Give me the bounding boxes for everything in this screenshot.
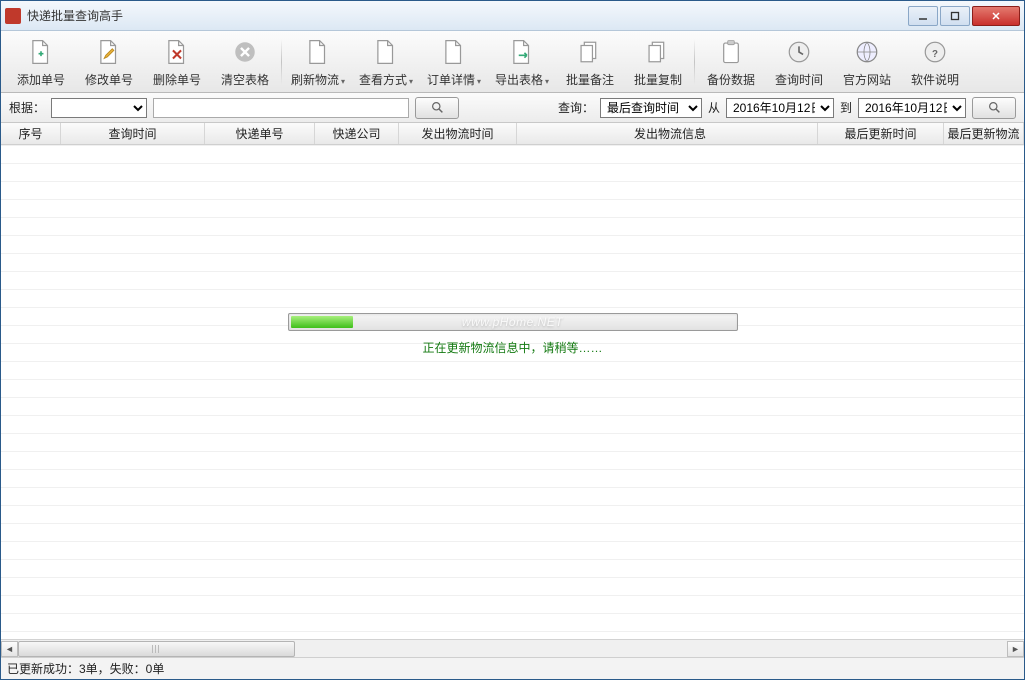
scroll-thumb[interactable] <box>18 641 295 657</box>
toolbar-delete-order[interactable]: 删除单号 <box>143 33 211 91</box>
doc-icon <box>302 36 334 68</box>
toolbar-label: 软件说明 <box>911 71 959 88</box>
progress-bar: www.pHome.NET <box>288 313 738 331</box>
toolbar-batch-note[interactable]: 批量备注 <box>556 33 624 91</box>
query-type-select[interactable]: 最后查询时间 <box>600 98 702 118</box>
toolbar-backup-data[interactable]: 备份数据 <box>697 33 765 91</box>
titlebar: 快递批量查询高手 <box>1 1 1024 31</box>
grid-lines <box>1 145 1024 639</box>
window-title: 快递批量查询高手 <box>27 7 906 24</box>
doc-out-icon <box>506 36 538 68</box>
query-label: 查询： <box>558 99 594 116</box>
progress-panel: www.pHome.NET 正在更新物流信息中，请稍等…… <box>288 313 738 356</box>
toolbar-edit-order[interactable]: 修改单号 <box>75 33 143 91</box>
scroll-left-button[interactable]: ◄ <box>1 641 18 657</box>
column-header[interactable]: 发出物流时间 <box>399 123 517 144</box>
column-header[interactable]: 快递单号 <box>205 123 315 144</box>
search-input[interactable] <box>153 98 409 118</box>
column-header[interactable]: 发出物流信息 <box>517 123 818 144</box>
toolbar-label: 清空表格 <box>221 71 269 88</box>
doc-plus-icon <box>25 36 57 68</box>
toolbar-label: 官方网站 <box>843 71 891 88</box>
docs-icon <box>642 36 674 68</box>
progress-watermark: www.pHome.NET <box>289 314 737 330</box>
clipboard-icon <box>715 36 747 68</box>
toolbar-separator <box>281 39 282 85</box>
status-bar: 已更新成功：3单，失败：0单 <box>1 657 1024 679</box>
toolbar-label: 批量复制 <box>634 71 682 88</box>
progress-message: 正在更新物流信息中，请稍等…… <box>288 339 738 356</box>
toolbar-batch-copy[interactable]: 批量复制 <box>624 33 692 91</box>
toolbar: 添加单号 修改单号 删除单号 清空表格 刷新物流▾ 查看方式▾ 订单详情▾ 导出… <box>1 31 1024 93</box>
doc-icon <box>438 36 470 68</box>
basis-label: 根据： <box>9 99 45 116</box>
query-search-button[interactable] <box>972 97 1016 119</box>
toolbar-label: 查看方式▾ <box>359 71 413 88</box>
toolbar-label: 批量备注 <box>566 71 614 88</box>
filter-bar: 根据： 查询： 最后查询时间 从 2016年10月12日 到 2016年10月1… <box>1 93 1024 123</box>
toolbar-label: 删除单号 <box>153 71 201 88</box>
docs-icon <box>574 36 606 68</box>
horizontal-scrollbar[interactable]: ◄ ► <box>1 639 1024 657</box>
toolbar-official-site[interactable]: 官方网站 <box>833 33 901 91</box>
search-icon <box>988 101 1001 114</box>
toolbar-label: 导出表格▾ <box>495 71 549 88</box>
close-button[interactable] <box>972 6 1020 26</box>
circle-x-icon <box>229 36 261 68</box>
toolbar-view-mode[interactable]: 查看方式▾ <box>352 33 420 91</box>
toolbar-label: 修改单号 <box>85 71 133 88</box>
table-body: www.pHome.NET 正在更新物流信息中，请稍等…… <box>1 145 1024 639</box>
column-header[interactable]: 查询时间 <box>61 123 205 144</box>
app-icon <box>5 8 21 24</box>
toolbar-label: 添加单号 <box>17 71 65 88</box>
toolbar-order-detail[interactable]: 订单详情▾ <box>420 33 488 91</box>
toolbar-label: 刷新物流▾ <box>291 71 345 88</box>
from-date-picker[interactable]: 2016年10月12日 <box>726 98 834 118</box>
doc-x-icon <box>161 36 193 68</box>
maximize-button[interactable] <box>940 6 970 26</box>
toolbar-label: 订单详情▾ <box>427 71 481 88</box>
help-icon: ? <box>919 36 951 68</box>
basis-select[interactable] <box>51 98 147 118</box>
to-date-picker[interactable]: 2016年10月12日 <box>858 98 966 118</box>
globe-icon <box>851 36 883 68</box>
toolbar-refresh-logistics[interactable]: 刷新物流▾ <box>284 33 352 91</box>
toolbar-software-help[interactable]: ? 软件说明 <box>901 33 969 91</box>
table-header: 序号查询时间快递单号快递公司发出物流时间发出物流信息最后更新时间最后更新物流 <box>1 123 1024 145</box>
column-header[interactable]: 最后更新时间 <box>818 123 944 144</box>
local-search-button[interactable] <box>415 97 459 119</box>
to-label: 到 <box>840 99 852 116</box>
status-text: 已更新成功：3单，失败：0单 <box>7 660 164 677</box>
scroll-track[interactable] <box>18 641 1007 657</box>
toolbar-separator <box>694 39 695 85</box>
clock-icon <box>783 36 815 68</box>
search-icon <box>431 101 444 114</box>
scroll-right-button[interactable]: ► <box>1007 641 1024 657</box>
column-header[interactable]: 序号 <box>1 123 61 144</box>
from-label: 从 <box>708 99 720 116</box>
toolbar-clear-table[interactable]: 清空表格 <box>211 33 279 91</box>
doc-pencil-icon <box>93 36 125 68</box>
toolbar-label: 备份数据 <box>707 71 755 88</box>
app-window: 快递批量查询高手 添加单号 修改单号 删除单号 清空表格 刷新物流▾ 查看方式▾… <box>0 0 1025 680</box>
toolbar-query-time[interactable]: 查询时间 <box>765 33 833 91</box>
minimize-button[interactable] <box>908 6 938 26</box>
doc-icon <box>370 36 402 68</box>
toolbar-export-table[interactable]: 导出表格▾ <box>488 33 556 91</box>
toolbar-add-order[interactable]: 添加单号 <box>7 33 75 91</box>
toolbar-label: 查询时间 <box>775 71 823 88</box>
column-header[interactable]: 最后更新物流 <box>944 123 1024 144</box>
column-header[interactable]: 快递公司 <box>315 123 399 144</box>
svg-text:?: ? <box>932 48 938 59</box>
